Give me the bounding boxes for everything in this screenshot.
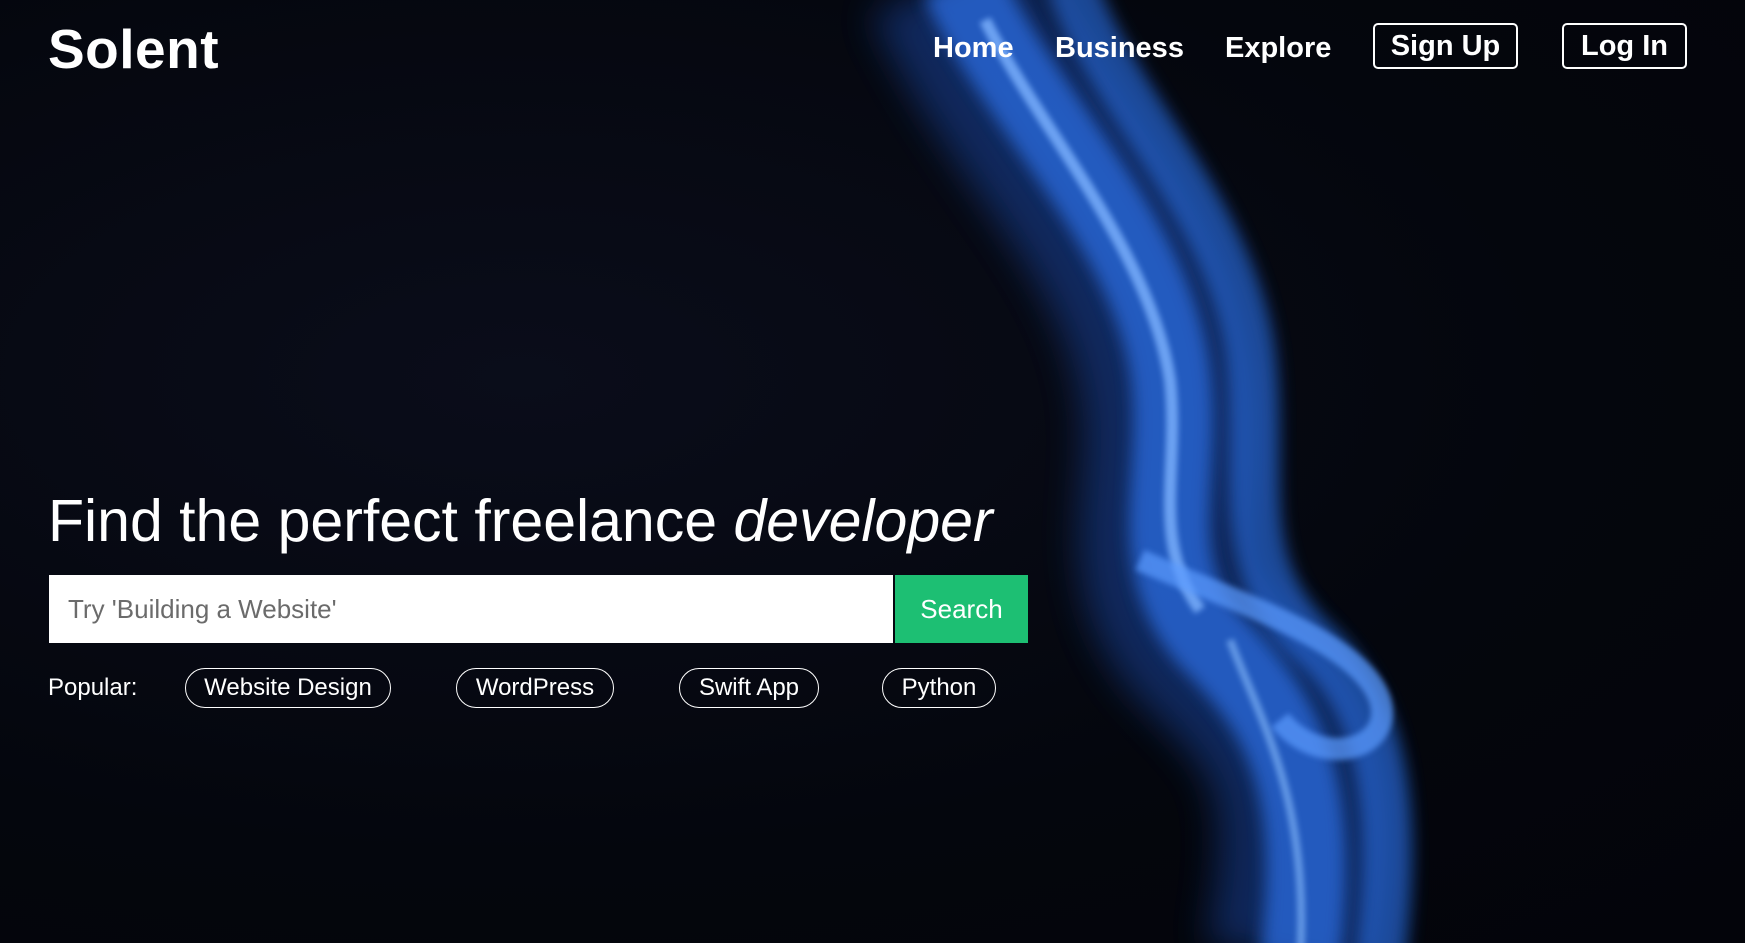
headline-emphasis: developer	[733, 488, 993, 554]
popular-tag-swift-app[interactable]: Swift App	[679, 668, 819, 708]
nav-explore-link[interactable]: Explore	[1225, 28, 1331, 68]
search-button[interactable]: Search	[895, 575, 1028, 643]
hero-headline: Find the perfect freelance developer	[48, 486, 993, 556]
landing-page: Solent Home Business Explore Sign Up Log…	[0, 0, 1745, 943]
signup-button[interactable]: Sign Up	[1373, 23, 1518, 69]
popular-tag-python[interactable]: Python	[882, 668, 996, 708]
search-input[interactable]	[49, 575, 893, 643]
site-header: Solent Home Business Explore Sign Up Log…	[0, 0, 1745, 96]
headline-text: Find the perfect freelance	[48, 488, 734, 554]
site-logo[interactable]: Solent	[48, 14, 219, 84]
popular-tag-wordpress[interactable]: WordPress	[456, 668, 614, 708]
popular-tag-website-design[interactable]: Website Design	[185, 668, 391, 708]
popular-label: Popular:	[48, 674, 138, 701]
blue-smoke-background	[871, 0, 1413, 943]
login-button[interactable]: Log In	[1562, 23, 1687, 69]
nav-business-link[interactable]: Business	[1055, 28, 1184, 68]
nav-home-link[interactable]: Home	[933, 28, 1014, 68]
